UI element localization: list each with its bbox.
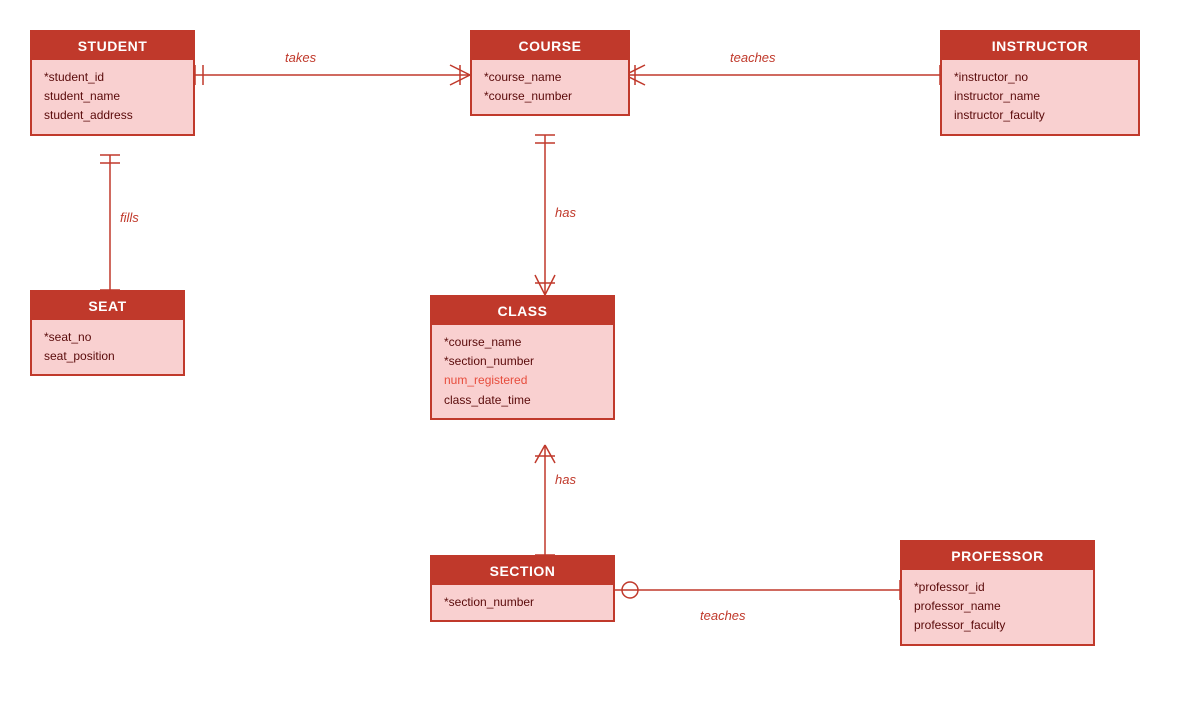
field-course-number: *course_number: [484, 87, 616, 106]
entity-professor-header: PROFESSOR: [902, 542, 1093, 570]
label-teaches-instructor: teaches: [730, 50, 776, 65]
field-instructor-name: instructor_name: [954, 87, 1126, 106]
field-professor-name: professor_name: [914, 597, 1081, 616]
field-student-name: student_name: [44, 87, 181, 106]
entity-class-header: CLASS: [432, 297, 613, 325]
entity-seat-header: SEAT: [32, 292, 183, 320]
entity-professor: PROFESSOR *professor_id professor_name p…: [900, 540, 1095, 646]
label-teaches-professor: teaches: [700, 608, 746, 623]
entity-student: STUDENT *student_id student_name student…: [30, 30, 195, 136]
entity-course-body: *course_name *course_number: [472, 60, 628, 114]
entity-course-header: COURSE: [472, 32, 628, 60]
diagram-container: takes teaches fills has has teaches STUD…: [0, 0, 1201, 724]
field-course-name: *course_name: [484, 68, 616, 87]
entity-seat: SEAT *seat_no seat_position: [30, 290, 185, 376]
field-class-course-name: *course_name: [444, 333, 601, 352]
field-professor-faculty: professor_faculty: [914, 616, 1081, 635]
field-seat-position: seat_position: [44, 347, 171, 366]
field-professor-id: *professor_id: [914, 578, 1081, 597]
entity-section-header: SECTION: [432, 557, 613, 585]
field-instructor-no: *instructor_no: [954, 68, 1126, 87]
entity-instructor-body: *instructor_no instructor_name instructo…: [942, 60, 1138, 134]
entity-course: COURSE *course_name *course_number: [470, 30, 630, 116]
entity-professor-body: *professor_id professor_name professor_f…: [902, 570, 1093, 644]
field-student-address: student_address: [44, 106, 181, 125]
entity-section: SECTION *section_number: [430, 555, 615, 622]
field-section-number: *section_number: [444, 593, 601, 612]
field-seat-no: *seat_no: [44, 328, 171, 347]
entity-class-body: *course_name *section_number num_registe…: [432, 325, 613, 418]
entity-instructor-header: INSTRUCTOR: [942, 32, 1138, 60]
field-instructor-faculty: instructor_faculty: [954, 106, 1126, 125]
field-class-date-time: class_date_time: [444, 391, 601, 410]
field-class-section-number: *section_number: [444, 352, 601, 371]
label-fills: fills: [120, 210, 139, 225]
label-takes: takes: [285, 50, 316, 65]
label-has-course-class: has: [555, 205, 576, 220]
entity-student-body: *student_id student_name student_address: [32, 60, 193, 134]
field-class-num-registered: num_registered: [444, 371, 601, 390]
field-student-id: *student_id: [44, 68, 181, 87]
entity-section-body: *section_number: [432, 585, 613, 620]
entity-student-header: STUDENT: [32, 32, 193, 60]
entity-class: CLASS *course_name *section_number num_r…: [430, 295, 615, 420]
label-has-class-section: has: [555, 472, 576, 487]
entity-instructor: INSTRUCTOR *instructor_no instructor_nam…: [940, 30, 1140, 136]
entity-seat-body: *seat_no seat_position: [32, 320, 183, 374]
